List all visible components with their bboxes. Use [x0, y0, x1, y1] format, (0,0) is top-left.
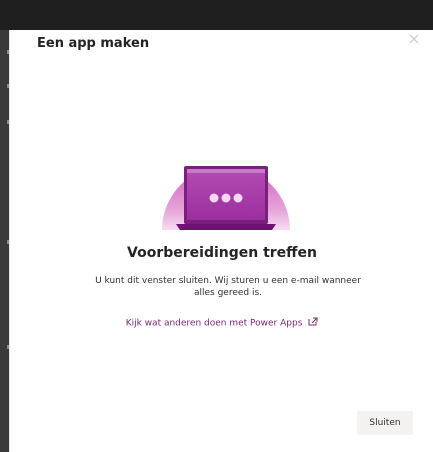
- external-link-icon: [308, 317, 318, 329]
- power-apps-link-label: Kijk wat anderen doen met Power Apps: [125, 318, 303, 329]
- close-button[interactable]: Sluiten: [357, 411, 413, 435]
- close-icon[interactable]: [407, 33, 421, 47]
- dialog-title: Een app maken: [37, 36, 150, 51]
- dialog-heading: Voorbereidingen treffen: [127, 245, 317, 261]
- background-window-edge: [0, 30, 9, 452]
- app-topbar: [0, 0, 433, 30]
- power-apps-link[interactable]: Kijk wat anderen doen met Power Apps: [10, 317, 433, 329]
- create-app-dialog: Een app maken Voorbereidingen treffen U …: [9, 30, 433, 452]
- dialog-description: U kunt dit venster sluiten. Wij sturen u…: [95, 276, 361, 298]
- laptop-loading-illustration: [160, 140, 292, 232]
